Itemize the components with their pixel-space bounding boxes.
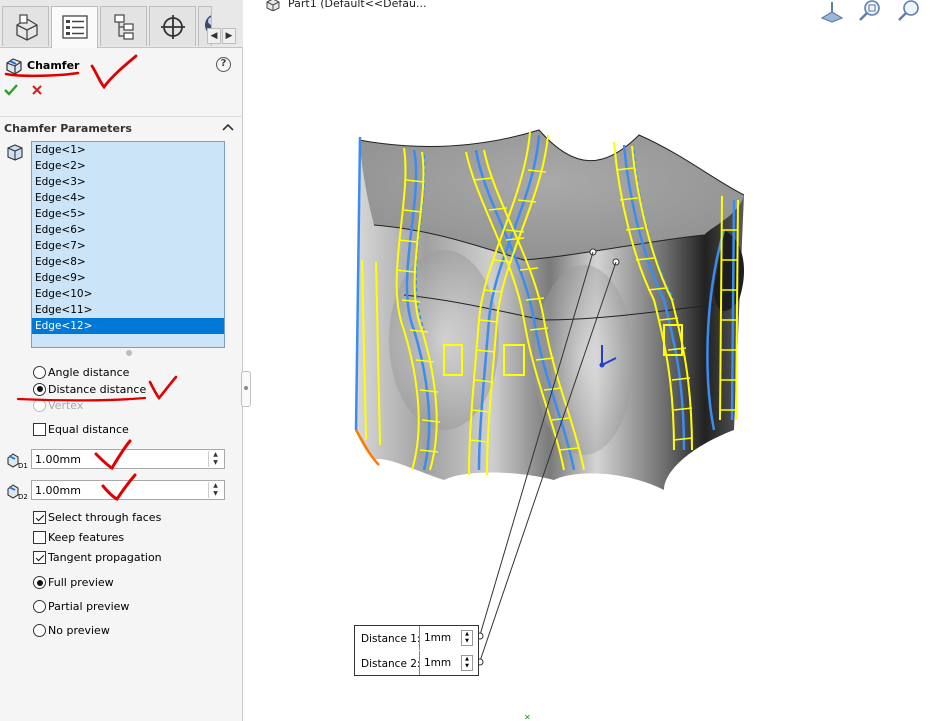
tab-dimxpert-manager[interactable] <box>149 6 196 46</box>
callout-spinner[interactable]: ▲ ▼ <box>461 630 473 646</box>
edge-list-item[interactable]: Edge<11> <box>32 302 224 318</box>
radio-button[interactable] <box>33 600 46 613</box>
edge-list-item[interactable]: Edge<3> <box>32 174 224 190</box>
red-annotation-marks <box>4 54 138 90</box>
edge-list-item[interactable]: Edge<7> <box>32 238 224 254</box>
callout-spinner[interactable]: ▲ ▼ <box>461 655 473 671</box>
edge-list-item[interactable]: Edge<10> <box>32 286 224 302</box>
edge-list-item[interactable]: Edge<12> <box>32 318 224 334</box>
tab-property-manager[interactable] <box>51 6 98 48</box>
edge-list-item[interactable]: Edge<1> <box>32 142 224 158</box>
list-resize-handle[interactable] <box>126 350 132 356</box>
distance-callout: Distance 1: 1mm ▲ ▼ Distance 2: 1mm ▲ ▼ <box>354 625 479 676</box>
property-manager: ◀ ▶ Chamfer ? Chamfer Parameters Edge<1>… <box>0 0 251 721</box>
radio-button[interactable] <box>33 576 46 589</box>
feature-tree-icon <box>16 14 38 41</box>
view-triad-icon: ✕ <box>524 713 531 721</box>
radio-label: Partial preview <box>48 600 130 613</box>
edge-list-item[interactable]: Edge<5> <box>32 206 224 222</box>
checkbox-label: Tangent propagation <box>48 551 162 564</box>
edge-list-item[interactable]: Edge<4> <box>32 190 224 206</box>
manager-tabs: ◀ ▶ <box>0 0 243 48</box>
callout-leader-lines <box>476 251 617 666</box>
callout-value-input[interactable]: 1mm <box>419 626 460 650</box>
tabs-scroll-left-button[interactable]: ◀ <box>207 28 221 44</box>
feature-header: Chamfer ? <box>0 52 243 108</box>
red-annotation-marks-lower <box>16 375 178 501</box>
group-title: Chamfer Parameters <box>4 122 132 135</box>
radio-button[interactable] <box>33 624 46 637</box>
crosshair-icon <box>161 15 185 39</box>
checkbox-box[interactable] <box>33 551 46 564</box>
chamfer-parameters-group-header[interactable]: Chamfer Parameters <box>0 116 243 138</box>
tab-feature-manager[interactable] <box>2 6 49 46</box>
callout-value-input[interactable]: 1mm <box>419 651 460 675</box>
edge-selection-icon <box>7 144 23 161</box>
checkbox-label: Select through faces <box>48 511 162 524</box>
callout-row: Distance 2: 1mm ▲ ▼ <box>355 651 478 676</box>
checkbox-box[interactable] <box>33 511 46 524</box>
edge-list-item[interactable]: Edge<8> <box>32 254 224 270</box>
checkbox-label: Keep features <box>48 531 125 544</box>
callout-label: Distance 1: <box>361 633 421 645</box>
edge-selection-list[interactable]: Edge<1> Edge<2> Edge<3> Edge<4> Edge<5> Edge<… <box>31 141 225 348</box>
edge-list-item[interactable]: Edge<9> <box>32 270 224 286</box>
graphics-area[interactable]: Part1 (Default<<Defau... ✕ <box>244 0 936 721</box>
edge-list-item[interactable]: Edge<2> <box>32 158 224 174</box>
configuration-tree-icon <box>114 14 134 40</box>
checkbox-box[interactable] <box>33 531 46 544</box>
tab-configuration-manager[interactable] <box>100 6 147 46</box>
callout-label: Distance 2: <box>361 658 421 670</box>
callout-row: Distance 1: 1mm ▲ ▼ <box>355 626 478 651</box>
radio-label: No preview <box>48 624 110 637</box>
chevron-up-icon[interactable] <box>222 122 234 132</box>
property-list-icon <box>62 15 88 39</box>
radio-label: Full preview <box>48 576 114 589</box>
edge-list-item[interactable]: Edge<6> <box>32 222 224 238</box>
tabs-scroll-right-button[interactable]: ▶ <box>222 28 236 44</box>
